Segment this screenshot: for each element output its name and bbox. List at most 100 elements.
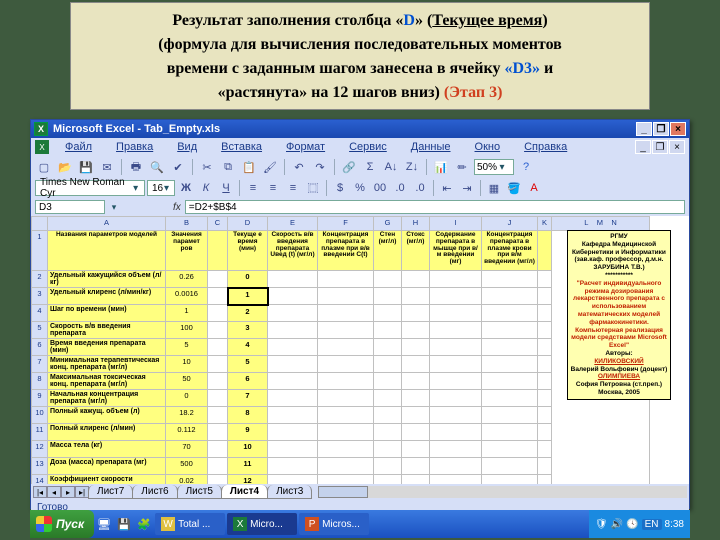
cell-H12[interactable]	[402, 441, 430, 458]
cell-G8[interactable]	[374, 373, 402, 390]
cell-K7[interactable]	[538, 356, 552, 373]
language-indicator[interactable]: EN	[642, 519, 662, 530]
row-header-14[interactable]: 14	[32, 475, 48, 485]
help-icon[interactable]: ?	[517, 158, 535, 176]
cell-C9[interactable]	[208, 390, 228, 407]
col-header-B[interactable]: B	[166, 217, 208, 231]
cell-J8[interactable]	[482, 373, 538, 390]
cell-C8[interactable]	[208, 373, 228, 390]
cell-C13[interactable]	[208, 458, 228, 475]
cell-A14[interactable]: Коэффициент скорости поступления препара…	[48, 475, 166, 485]
cell-H6[interactable]	[402, 339, 430, 356]
comma-icon[interactable]: 00	[371, 179, 389, 197]
cell-I8[interactable]	[430, 373, 482, 390]
cell-I6[interactable]	[430, 339, 482, 356]
cell-G4[interactable]	[374, 305, 402, 322]
cell-B5[interactable]: 100	[166, 322, 208, 339]
tab-nav-prev[interactable]: ◂	[47, 486, 61, 498]
italic-icon[interactable]: К	[197, 179, 215, 197]
paste-icon[interactable]: 📋	[240, 158, 258, 176]
cell-D5[interactable]: 3	[228, 322, 268, 339]
cell-F8[interactable]	[318, 373, 374, 390]
cell-I14[interactable]	[430, 475, 482, 485]
link-icon[interactable]: 🔗	[340, 158, 358, 176]
cell-K5[interactable]	[538, 322, 552, 339]
preview-icon[interactable]: 🔍	[148, 158, 166, 176]
menu-view[interactable]: Вид	[171, 141, 203, 153]
cell-A13[interactable]: Доза (масса) препарата (мг)	[48, 458, 166, 475]
cell-D7[interactable]: 5	[228, 356, 268, 373]
cell-G5[interactable]	[374, 322, 402, 339]
cell-G2[interactable]	[374, 271, 402, 288]
cell-K10[interactable]	[538, 407, 552, 424]
row-header-12[interactable]: 12	[32, 441, 48, 458]
font-color-icon[interactable]: A	[525, 179, 543, 197]
cell-J13[interactable]	[482, 458, 538, 475]
cell-H2[interactable]	[402, 271, 430, 288]
minimize-button[interactable]: _	[636, 122, 652, 136]
cell-H7[interactable]	[402, 356, 430, 373]
merge-icon[interactable]: ⿴	[304, 179, 322, 197]
col-header-J[interactable]: J	[482, 217, 538, 231]
cell-I3[interactable]	[430, 288, 482, 305]
menu-edit[interactable]: Правка	[110, 141, 159, 153]
doc-close-button[interactable]: ×	[669, 140, 685, 154]
redo-icon[interactable]: ↷	[311, 158, 329, 176]
menu-data[interactable]: Данные	[405, 141, 457, 153]
sheet-tab-Лист5[interactable]: Лист5	[177, 485, 222, 499]
menu-tools[interactable]: Сервис	[343, 141, 393, 153]
maximize-button[interactable]: ❐	[653, 122, 669, 136]
cell-E8[interactable]	[268, 373, 318, 390]
tray-icon[interactable]: 🛡	[595, 519, 608, 530]
cell-I2[interactable]	[430, 271, 482, 288]
cell-D11[interactable]: 9	[228, 424, 268, 441]
cell-J4[interactable]	[482, 305, 538, 322]
fx-label[interactable]: fx	[173, 202, 181, 213]
cell-I11[interactable]	[430, 424, 482, 441]
cell-E5[interactable]	[268, 322, 318, 339]
cell-A7[interactable]: Минимальная терапевтическая конц. препар…	[48, 356, 166, 373]
cell-B6[interactable]: 5	[166, 339, 208, 356]
row-header-1[interactable]: 1	[32, 231, 48, 271]
cell-B9[interactable]: 0	[166, 390, 208, 407]
cell-C3[interactable]	[208, 288, 228, 305]
cell-J7[interactable]	[482, 356, 538, 373]
mail-icon[interactable]: ✉	[98, 158, 116, 176]
col-header-E[interactable]: E	[268, 217, 318, 231]
cell-H13[interactable]	[402, 458, 430, 475]
cell-A8[interactable]: Максимальная токсическая конц. препарата…	[48, 373, 166, 390]
cell-I10[interactable]	[430, 407, 482, 424]
cell-A12[interactable]: Масса тела (кг)	[48, 441, 166, 458]
cell-A9[interactable]: Начальная концентрация препарата (мг/л)	[48, 390, 166, 407]
sheet-tab-Лист7[interactable]: Лист7	[88, 485, 133, 499]
cell-F3[interactable]	[318, 288, 374, 305]
spreadsheet-grid[interactable]: ABCDEFGHIJKL M N1Названия параметров мод…	[31, 216, 689, 484]
cell-D3[interactable]: 1	[228, 288, 268, 305]
underline-icon[interactable]: Ч	[217, 179, 235, 197]
bold-icon[interactable]: Ж	[177, 179, 195, 197]
cell-I4[interactable]	[430, 305, 482, 322]
cell-H11[interactable]	[402, 424, 430, 441]
inc-decimal-icon[interactable]: .0	[391, 179, 409, 197]
cell-G10[interactable]	[374, 407, 402, 424]
font-size-box[interactable]: 16▾	[147, 180, 175, 196]
cell-F11[interactable]	[318, 424, 374, 441]
cut-icon[interactable]: ✂	[198, 158, 216, 176]
cell-A5[interactable]: Скорость в/в введения препарата	[48, 322, 166, 339]
cell-C5[interactable]	[208, 322, 228, 339]
align-center-icon[interactable]: ≡	[264, 179, 282, 197]
cell-E9[interactable]	[268, 390, 318, 407]
borders-icon[interactable]: ▦	[485, 179, 503, 197]
align-right-icon[interactable]: ≡	[284, 179, 302, 197]
cell-E3[interactable]	[268, 288, 318, 305]
cell-E10[interactable]	[268, 407, 318, 424]
cell-J14[interactable]	[482, 475, 538, 485]
col-header-C[interactable]: C	[208, 217, 228, 231]
cell-I5[interactable]	[430, 322, 482, 339]
cell-A6[interactable]: Время введения препарата (мин)	[48, 339, 166, 356]
cell-K4[interactable]	[538, 305, 552, 322]
cell-D10[interactable]: 8	[228, 407, 268, 424]
menu-insert[interactable]: Вставка	[215, 141, 268, 153]
cell-C6[interactable]	[208, 339, 228, 356]
cell-F14[interactable]	[318, 475, 374, 485]
